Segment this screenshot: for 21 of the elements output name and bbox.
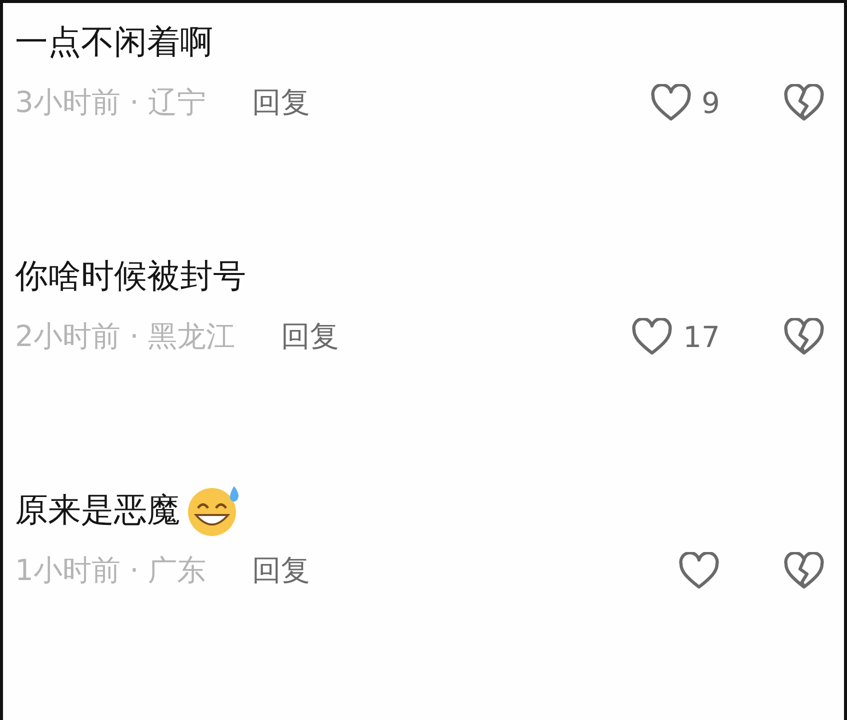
comment-text: 原来是恶魔: [15, 488, 180, 530]
comment-time-location: 3小时前 · 辽宁: [15, 84, 206, 121]
like-button[interactable]: [678, 552, 720, 590]
like-button[interactable]: 9: [650, 84, 720, 122]
dislike-button[interactable]: [782, 318, 826, 356]
broken-heart-icon: [782, 84, 826, 122]
heart-icon: [650, 84, 692, 122]
reply-button[interactable]: 回复: [281, 317, 340, 357]
reply-button[interactable]: 回复: [252, 83, 310, 123]
comment-text: 你啥时候被封号: [15, 254, 246, 296]
heart-icon: [678, 552, 720, 590]
comment-time-location: 1小时前 · 广东: [15, 552, 206, 589]
reply-button[interactable]: 回复: [252, 551, 310, 591]
comment-time-location: 2小时前 · 黑龙江: [15, 318, 236, 355]
heart-icon: [631, 318, 674, 356]
comment-text: 一点不闲着啊: [15, 20, 213, 62]
dislike-button[interactable]: [782, 552, 826, 590]
broken-heart-icon: [782, 552, 826, 590]
dislike-button[interactable]: [782, 84, 826, 122]
like-button[interactable]: 17: [631, 318, 720, 356]
broken-heart-icon: [782, 318, 826, 356]
